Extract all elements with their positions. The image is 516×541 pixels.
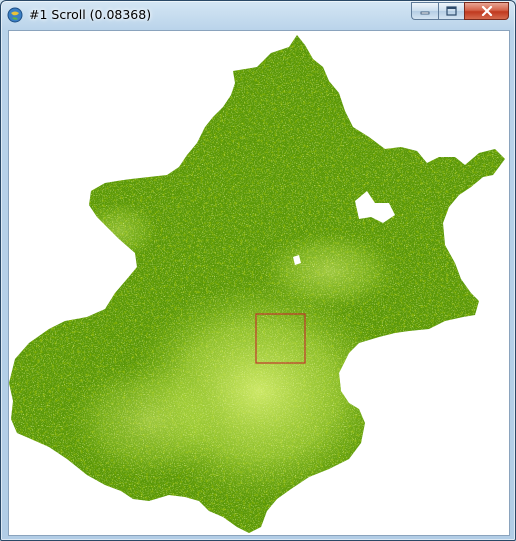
image-display-area[interactable] — [8, 30, 510, 536]
scroll-window: #1 Scroll (0.08368) — [0, 0, 516, 541]
title-bar[interactable]: #1 Scroll (0.08368) — [1, 1, 515, 30]
window-controls — [411, 2, 509, 21]
envi-globe-icon[interactable] — [7, 7, 23, 23]
vegetation-map — [9, 31, 509, 535]
close-button[interactable] — [464, 2, 509, 20]
close-icon — [481, 6, 492, 16]
minimize-icon — [420, 11, 430, 15]
window-title: #1 Scroll (0.08368) — [29, 7, 152, 22]
maximize-icon — [446, 6, 457, 16]
maximize-button[interactable] — [438, 2, 464, 20]
minimize-button[interactable] — [411, 2, 438, 20]
